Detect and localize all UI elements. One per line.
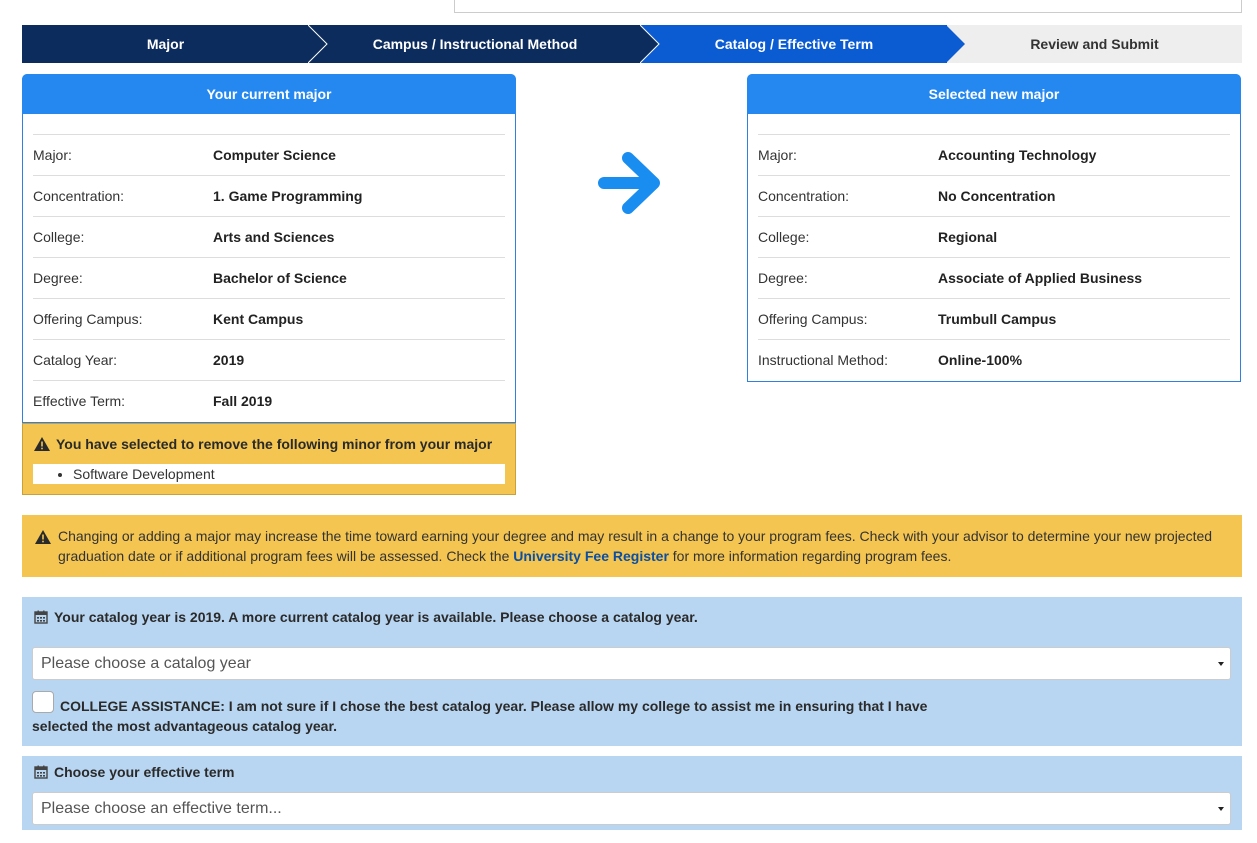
program-fee-notice: Changing or adding a major may increase … (22, 515, 1242, 577)
notice-text-after: for more information regarding program f… (668, 548, 952, 564)
row-value: Associate of Applied Business (938, 270, 1143, 286)
current-degree-row: Degree: Bachelor of Science (33, 257, 505, 298)
new-major-title: Selected new major (747, 74, 1241, 114)
minor-removal-warning: You have selected to remove the followin… (22, 423, 516, 495)
row-value: Bachelor of Science (213, 270, 347, 286)
row-label: Major: (33, 147, 72, 163)
row-value: Regional (938, 229, 998, 245)
current-major-row: Major: Computer Science (33, 134, 505, 175)
row-value: Fall 2019 (213, 393, 273, 409)
row-value: Online-100% (938, 352, 1023, 368)
step-major[interactable]: Major (22, 25, 328, 63)
current-campus-row: Offering Campus: Kent Campus (33, 298, 505, 339)
new-major-row: Major: Accounting Technology (758, 134, 1230, 175)
progress-stepper: Major Campus / Instructional Method Cata… (22, 25, 1242, 63)
notice-text: Changing or adding a major may increase … (58, 526, 1228, 566)
step-catalog-term[interactable]: Catalog / Effective Term (641, 25, 965, 63)
current-effective-term-row: Effective Term: Fall 2019 (33, 380, 505, 421)
effective-term-section: Choose your effective term Please choose… (22, 756, 1242, 830)
step-campus-method[interactable]: Campus / Instructional Method (309, 25, 660, 63)
effective-term-select-value: Please choose an effective term... (41, 799, 282, 817)
row-label: Offering Campus: (758, 311, 868, 327)
calendar-icon (34, 765, 48, 779)
row-label: Major: (758, 147, 797, 163)
calendar-icon (34, 610, 48, 624)
row-label: Offering Campus: (33, 311, 143, 327)
caret-down-icon (1218, 662, 1224, 666)
row-label: Effective Term: (33, 393, 126, 409)
row-value: Accounting Technology (938, 147, 1097, 163)
current-major-panel: Your current major Major: Computer Scienc… (22, 74, 516, 423)
new-college-row: College: Regional (758, 216, 1230, 257)
new-concentration-row: Concentration: No Concentration (758, 175, 1230, 216)
row-value: Computer Science (213, 147, 336, 163)
row-label: Degree: (758, 270, 808, 286)
row-value: Trumbull Campus (938, 311, 1057, 327)
row-label: Catalog Year: (33, 352, 118, 368)
university-fee-register-link[interactable]: University Fee Register (513, 548, 669, 564)
row-label: College: (758, 229, 810, 245)
effective-term-heading: Choose your effective term (34, 764, 235, 780)
row-value: 2019 (213, 352, 245, 368)
new-instructional-method-row: Instructional Method: Online-100% (758, 339, 1230, 380)
minor-warning-text: You have selected to remove the followin… (56, 436, 493, 452)
step-catalog-term-label: Catalog / Effective Term (714, 36, 874, 52)
minor-warning-heading: You have selected to remove the followin… (34, 436, 492, 452)
row-label: Degree: (33, 270, 83, 286)
row-label: College: (33, 229, 85, 245)
arrow-right-icon (598, 150, 662, 216)
step-review-submit-label: Review and Submit (1030, 36, 1159, 52)
new-campus-row: Offering Campus: Trumbull Campus (758, 298, 1230, 339)
row-value: Kent Campus (213, 311, 304, 327)
effective-term-title: Choose your effective term (54, 764, 235, 780)
step-chevron-icon (640, 25, 660, 63)
top-input-field[interactable] (454, 0, 1242, 13)
catalog-year-section: Your catalog year is 2019. A more curren… (22, 597, 1242, 746)
catalog-year-title: Your catalog year is 2019. A more curren… (54, 609, 698, 625)
new-degree-row: Degree: Associate of Applied Business (758, 257, 1230, 298)
current-major-title: Your current major (22, 74, 516, 114)
row-value: 1. Game Programming (213, 188, 363, 204)
row-label: Instructional Method: (758, 352, 888, 368)
catalog-year-heading: Your catalog year is 2019. A more curren… (34, 609, 698, 625)
caret-down-icon (1218, 807, 1224, 811)
row-label: Concentration: (758, 188, 850, 204)
current-concentration-row: Concentration: 1. Game Programming (33, 175, 505, 216)
row-value: Arts and Sciences (213, 229, 335, 245)
catalog-year-select-value: Please choose a catalog year (41, 654, 251, 672)
minor-list: Software Development (33, 464, 505, 484)
step-review-submit[interactable]: Review and Submit (947, 25, 1242, 63)
row-label: Concentration: (33, 188, 125, 204)
current-college-row: College: Arts and Sciences (33, 216, 505, 257)
step-campus-method-label: Campus / Instructional Method (372, 36, 578, 52)
step-chevron-icon (946, 25, 966, 63)
warning-icon (34, 437, 50, 451)
catalog-year-select[interactable]: Please choose a catalog year (32, 647, 1231, 680)
new-major-panel: Selected new major Major: Accounting Tech… (747, 74, 1241, 382)
college-assistance-label: COLLEGE ASSISTANCE: I am not sure if I c… (32, 698, 928, 734)
warning-icon (35, 530, 51, 544)
step-major-label: Major (146, 36, 185, 52)
step-chevron-icon (308, 25, 328, 63)
minor-list-item: Software Development (73, 466, 215, 482)
effective-term-select[interactable]: Please choose an effective term... (32, 792, 1231, 825)
current-catalog-year-row: Catalog Year: 2019 (33, 339, 505, 380)
row-value: No Concentration (938, 188, 1056, 204)
